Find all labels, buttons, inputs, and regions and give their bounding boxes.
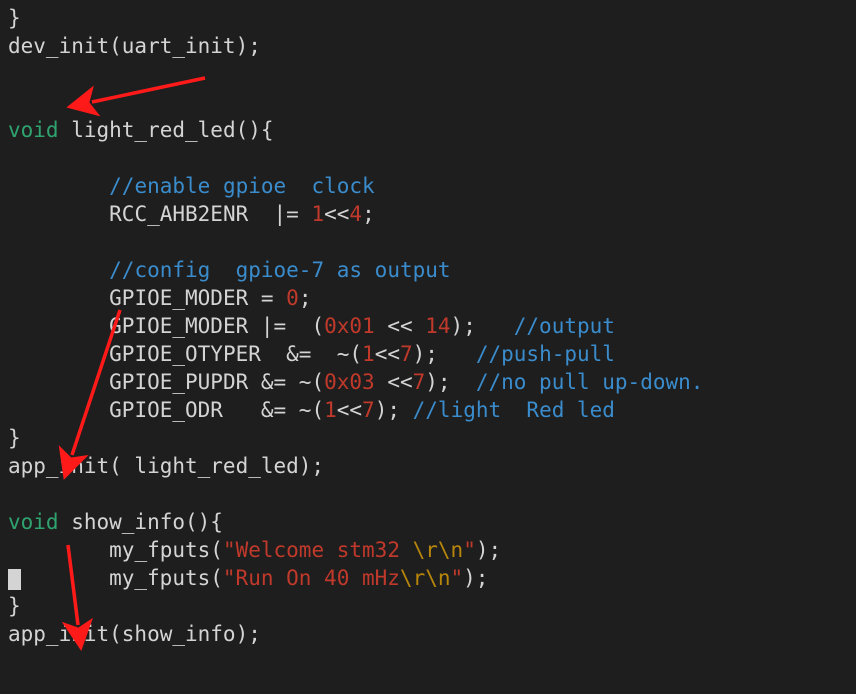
comment: //enable gpioe clock bbox=[109, 174, 375, 198]
num: 4 bbox=[349, 202, 362, 226]
semi: ; bbox=[299, 286, 312, 310]
rest: ); bbox=[413, 342, 476, 366]
rest: ); bbox=[463, 566, 488, 590]
num: 1 bbox=[324, 398, 337, 422]
num: 0 bbox=[286, 286, 299, 310]
num: 7 bbox=[413, 370, 426, 394]
op: << bbox=[375, 342, 400, 366]
line: app_init(show_info); bbox=[8, 622, 261, 646]
esc: \r\n bbox=[400, 566, 451, 590]
line: dev_init(uart_init); bbox=[8, 34, 261, 58]
line: } bbox=[8, 6, 21, 30]
comment: //output bbox=[514, 314, 615, 338]
op: << bbox=[324, 202, 349, 226]
fn-name: light_red_led(){ bbox=[59, 118, 274, 142]
num: 0x01 bbox=[324, 314, 375, 338]
line: } bbox=[8, 426, 21, 450]
fn-name: show_info(){ bbox=[59, 510, 223, 534]
stmt: GPIOE_ODR &= ~( bbox=[109, 398, 324, 422]
op: << bbox=[337, 398, 362, 422]
stmt: GPIOE_PUPDR &= ~( bbox=[109, 370, 324, 394]
str: " bbox=[451, 566, 464, 590]
stmt: my_fputs( bbox=[109, 566, 223, 590]
comment: as output bbox=[324, 258, 450, 282]
comment: //no pull up-down. bbox=[476, 370, 704, 394]
num: 1 bbox=[311, 202, 324, 226]
rest: ); bbox=[375, 398, 413, 422]
op: << bbox=[375, 370, 413, 394]
stmt: GPIOE_OTYPER &= ~( bbox=[109, 342, 362, 366]
str: "Welcome stm32 bbox=[223, 538, 413, 562]
stmt: RCC_AHB2ENR |= bbox=[109, 202, 311, 226]
line: } bbox=[8, 594, 21, 618]
stmt: GPIOE_MODER |= ( bbox=[109, 314, 324, 338]
num: 7 bbox=[311, 258, 324, 282]
rest: ); bbox=[476, 538, 501, 562]
stmt: GPIOE_MODER = bbox=[109, 286, 286, 310]
stmt: my_fputs( bbox=[109, 538, 223, 562]
rest: ); bbox=[425, 370, 476, 394]
num: 14 bbox=[425, 314, 450, 338]
num: 0x03 bbox=[324, 370, 375, 394]
op: << bbox=[375, 314, 426, 338]
keyword-void: void bbox=[8, 510, 59, 534]
esc: \r\n bbox=[413, 538, 464, 562]
semi: ; bbox=[362, 202, 375, 226]
keyword-void: void bbox=[8, 118, 59, 142]
cursor-icon bbox=[8, 569, 21, 590]
num: 7 bbox=[400, 342, 413, 366]
str: "Run On 40 mHz bbox=[223, 566, 400, 590]
line: app_init( light_red_led); bbox=[8, 454, 324, 478]
str: " bbox=[463, 538, 476, 562]
comment: //push-pull bbox=[476, 342, 615, 366]
rest: ); bbox=[451, 314, 514, 338]
comment: //config gpioe- bbox=[109, 258, 311, 282]
num: 1 bbox=[362, 342, 375, 366]
num: 7 bbox=[362, 398, 375, 422]
comment: //light Red led bbox=[413, 398, 615, 422]
code-block: } dev_init(uart_init); void light_red_le… bbox=[0, 0, 856, 652]
